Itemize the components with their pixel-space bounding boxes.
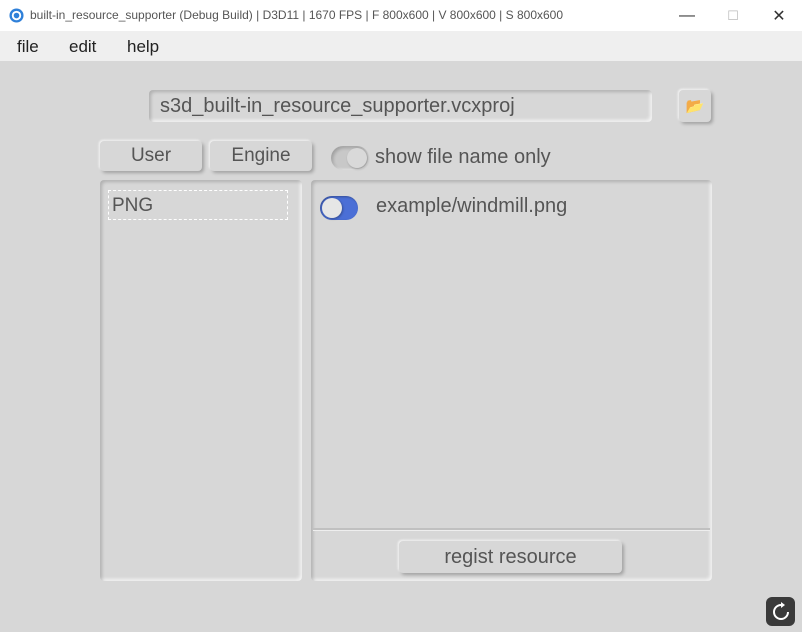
show-file-name-only-label: show file name only — [375, 146, 551, 168]
reload-button[interactable] — [766, 597, 795, 626]
tab-user-label: User — [130, 145, 172, 166]
open-folder-button[interactable]: 📂 — [679, 90, 711, 122]
tab-user[interactable]: User — [100, 141, 202, 171]
maximize-button[interactable]: ☐ — [710, 0, 756, 31]
window-title: built-in_resource_supporter (Debug Build… — [30, 8, 564, 22]
maximize-icon: ☐ — [727, 7, 739, 23]
regist-resource-label: regist resource — [444, 545, 577, 568]
minimize-icon: — — [679, 6, 695, 24]
menu-file[interactable]: file — [17, 37, 39, 57]
toggle-knob — [322, 198, 342, 218]
close-icon: ✕ — [772, 7, 786, 25]
minimize-button[interactable]: — — [664, 0, 710, 31]
project-path-field[interactable]: s3d_built-in_resource_supporter.vcxproj — [149, 90, 652, 122]
reload-icon — [772, 601, 789, 620]
menu-help[interactable]: help — [127, 37, 159, 57]
folder-icon: 📂 — [685, 98, 705, 115]
menu-edit[interactable]: edit — [69, 37, 96, 57]
tab-engine[interactable]: Engine — [210, 141, 312, 171]
project-path-text: s3d_built-in_resource_supporter.vcxproj — [160, 95, 515, 117]
toggle-knob — [347, 148, 367, 168]
app-icon — [9, 8, 24, 23]
resource-item-label: example/windmill.png — [376, 195, 568, 217]
menu-bar — [0, 31, 802, 61]
regist-resource-button[interactable]: regist resource — [399, 541, 622, 573]
tab-engine-label: Engine — [231, 145, 291, 166]
category-list — [100, 180, 302, 581]
divider — [313, 528, 710, 531]
category-item-png[interactable]: PNG — [108, 190, 288, 220]
resource-list — [311, 180, 712, 581]
title-bar: built-in_resource_supporter (Debug Build… — [0, 0, 802, 31]
category-item-label: PNG — [112, 195, 154, 216]
resource-toggle[interactable] — [320, 196, 358, 220]
close-button[interactable]: ✕ — [756, 0, 802, 31]
show-file-name-only-toggle[interactable] — [331, 146, 369, 170]
